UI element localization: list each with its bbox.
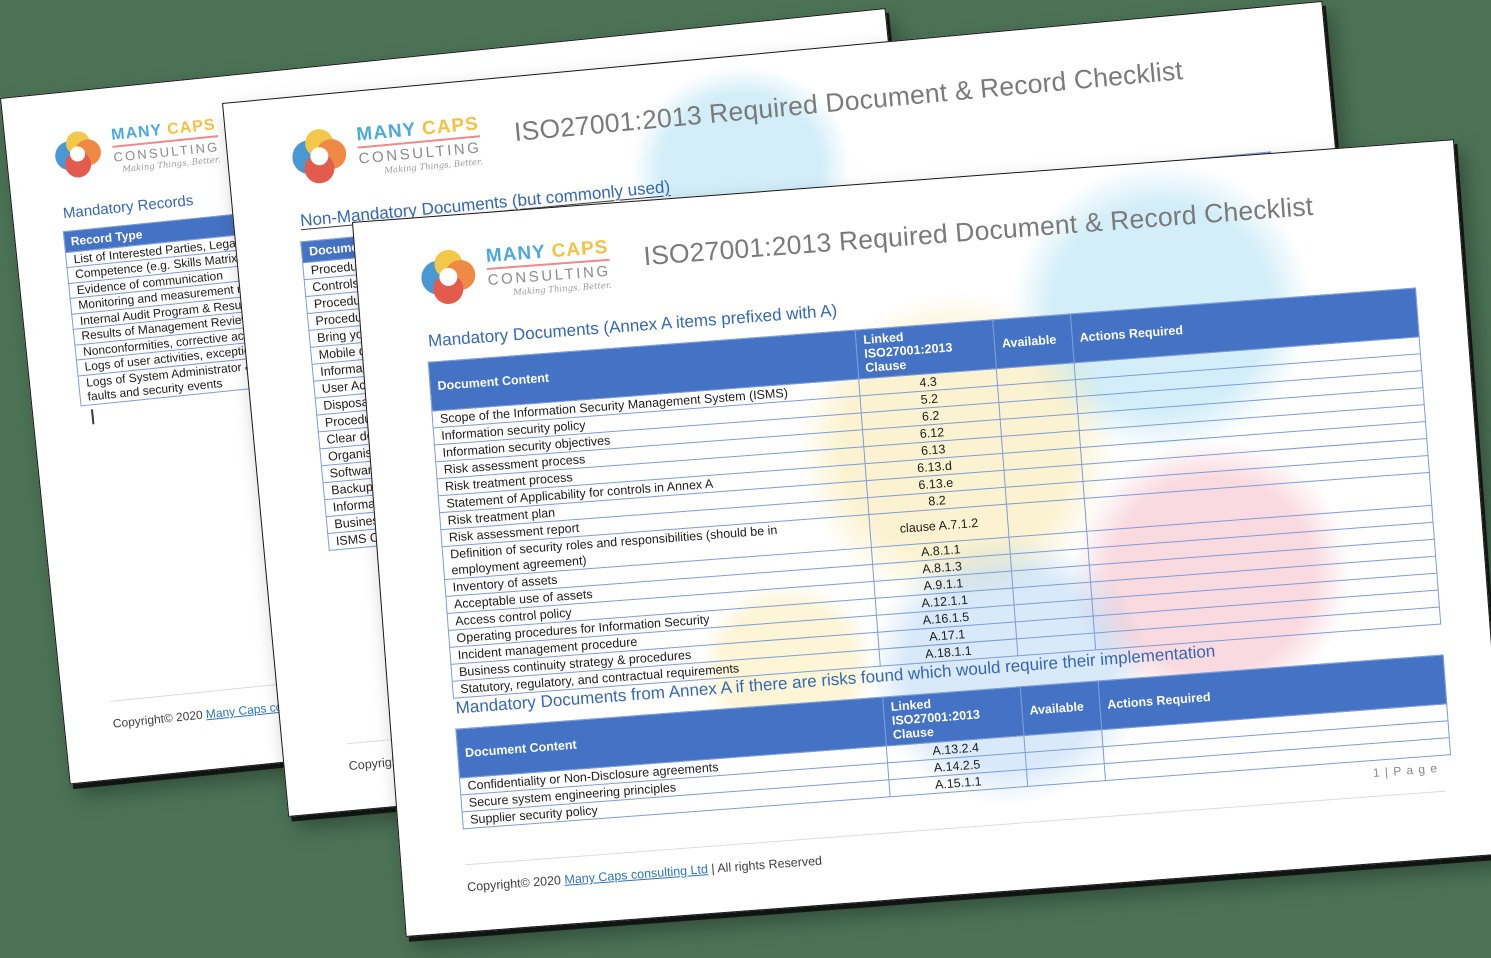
- text-cursor: [91, 409, 95, 424]
- many-caps-logo: MANY CAPS CONSULTING Making Things, Bett…: [290, 114, 483, 185]
- footer-rights: | All rights Reserved: [707, 854, 822, 877]
- many-caps-logo-icon: [419, 248, 477, 306]
- page-mandatory-documents: MANY CAPS CONSULTING Making Things, Bett…: [352, 139, 1491, 937]
- page-number: 1 | P a g e: [1372, 761, 1438, 780]
- footer-link[interactable]: Many Caps consulting Ltd: [564, 862, 708, 887]
- many-caps-logo-icon: [53, 129, 103, 179]
- footer-copyright: Copyright© 2020: [112, 707, 206, 730]
- logo-word-caps: CAPS: [421, 113, 479, 139]
- logo-word-many: MANY: [110, 122, 162, 144]
- logo-text: MANY CAPS CONSULTING Making Things, Bett…: [356, 114, 484, 178]
- logo-word-many: MANY: [485, 242, 546, 267]
- logo-word-caps: CAPS: [551, 237, 609, 262]
- document-title: ISO27001:2013 Required Document & Record…: [513, 55, 1184, 148]
- logo-word-many: MANY: [356, 119, 417, 145]
- column-header-available: Available: [993, 314, 1074, 369]
- column-header-available: Available: [1020, 681, 1101, 736]
- logo-text: MANY CAPS CONSULTING Making Things, Bett…: [485, 238, 612, 300]
- logo-text: MANY CAPS CONSULTING Making Things, Bett…: [111, 117, 222, 175]
- many-caps-logo-icon: [290, 127, 349, 186]
- footer-copyright: Copyright© 2020: [467, 873, 565, 894]
- many-caps-logo: MANY CAPS CONSULTING Making Things, Bett…: [419, 238, 612, 306]
- logo-word-caps: CAPS: [166, 116, 216, 138]
- many-caps-logo: MANY CAPS CONSULTING Making Things, Bett…: [53, 117, 221, 181]
- desktop-background: MANY CAPS CONSULTING Making Things, Bett…: [0, 0, 1491, 958]
- document-title: ISO27001:2013 Required Document & Record…: [642, 191, 1314, 272]
